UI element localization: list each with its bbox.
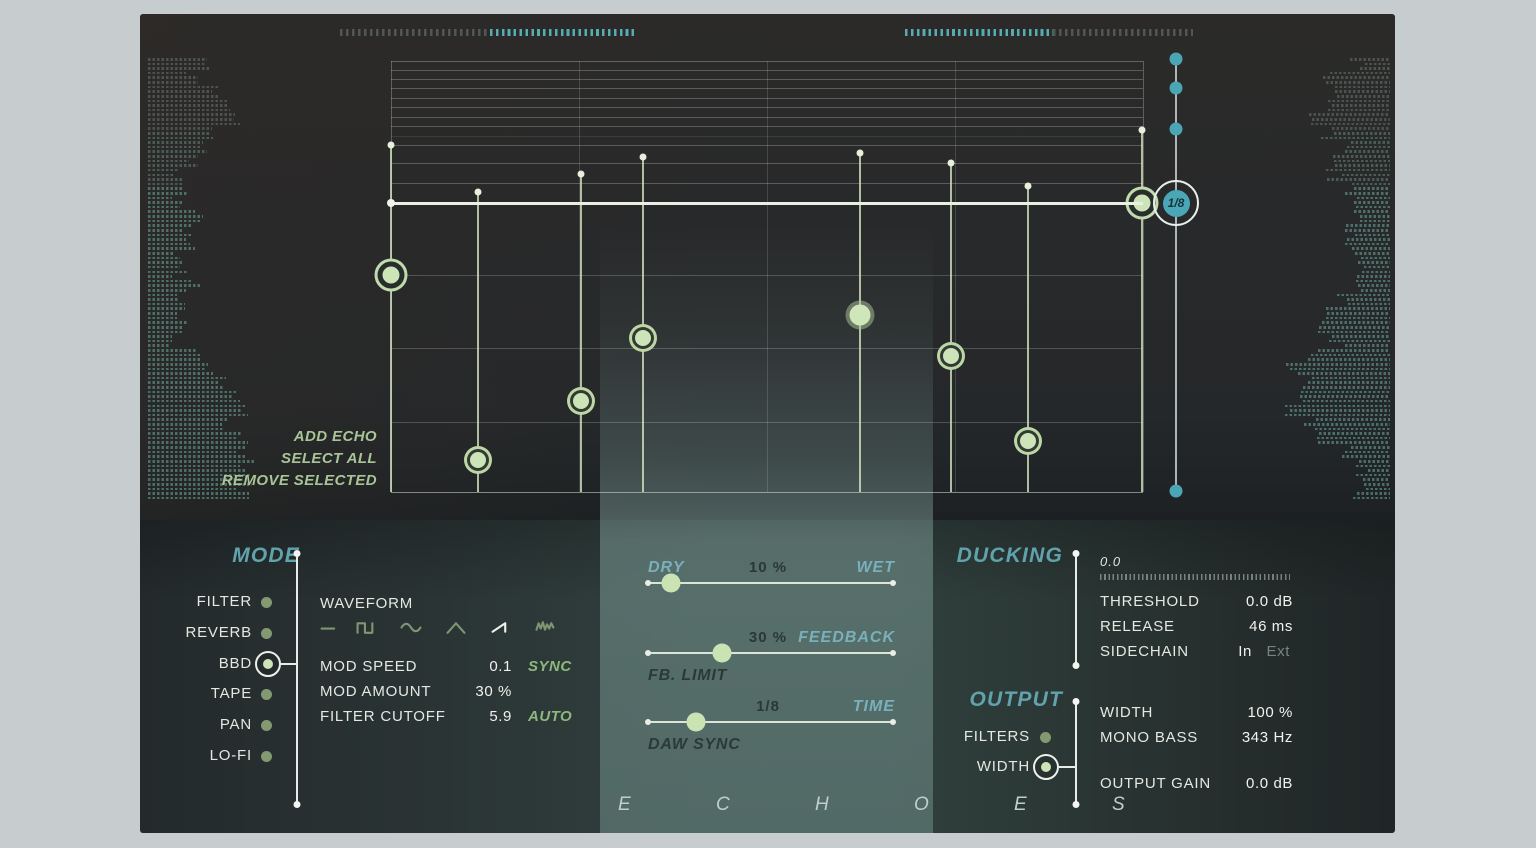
width-label: WIDTH [1100, 703, 1153, 723]
plugin-window: 1/8 ADD ECHOSELECT ALLREMOVE SELECTED MO… [140, 14, 1395, 833]
output-section-line [1075, 701, 1077, 805]
output-width-label[interactable]: WIDTH [918, 757, 1030, 777]
output-width-connector [1057, 766, 1076, 768]
page-background: 1/8 ADD ECHOSELECT ALLREMOVE SELECTED MO… [0, 0, 1536, 848]
output-gain-value[interactable]: 0.0 dB [1160, 774, 1293, 794]
output-title: OUTPUT [840, 688, 1063, 712]
mono-bass-value[interactable]: 343 Hz [1160, 728, 1293, 748]
width-value[interactable]: 100 % [1160, 703, 1293, 723]
output-filters-label[interactable]: FILTERS [918, 727, 1030, 747]
output-filters-indicator[interactable] [1040, 732, 1051, 743]
output-width-selected-indicator[interactable] [1033, 754, 1059, 780]
output-panel: OUTPUT FILTERSWIDTH WIDTH100 %MONO BASS3… [140, 14, 1395, 833]
